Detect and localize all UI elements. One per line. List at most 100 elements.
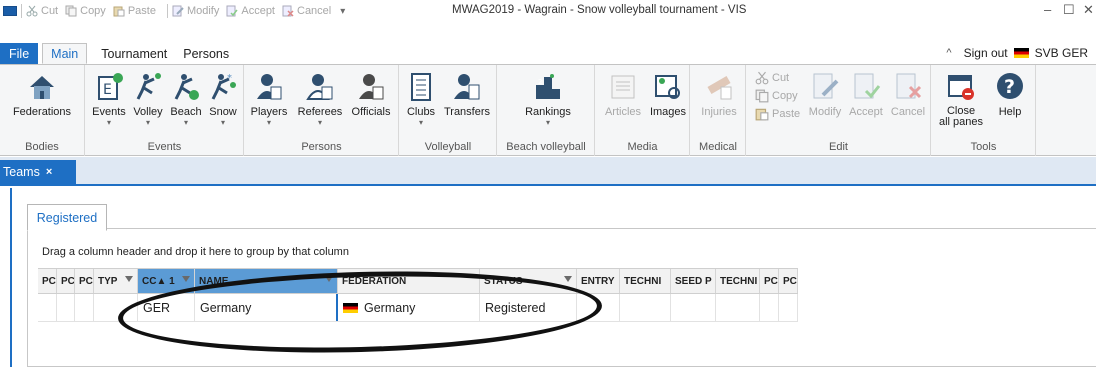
column-header-techni[interactable]: TECHNI <box>620 269 671 293</box>
transfers-button[interactable]: Transfers <box>440 71 494 118</box>
collapse-ribbon-icon[interactable]: ^ <box>946 47 951 59</box>
injuries-button[interactable]: Injuries <box>695 71 743 118</box>
players-button[interactable]: Players ▾ <box>249 71 289 127</box>
table-cell-federation[interactable]: Germany <box>338 294 480 321</box>
group-events: E Events ▾ Volley ▾ Beach ▾ * Snow ▾ Eve… <box>86 65 244 156</box>
divider <box>21 4 22 18</box>
chevron-down-icon: ▾ <box>106 118 111 127</box>
filter-icon[interactable] <box>325 276 333 282</box>
table-cell[interactable] <box>57 294 75 321</box>
table-row[interactable]: GER Germany Germany Registered <box>38 294 798 322</box>
grid-header: PC PC PC TYP CC▲ 1 NAME FEDERATION STATU… <box>38 268 798 294</box>
snow-button[interactable]: * Snow ▾ <box>206 71 240 127</box>
modify-icon <box>813 73 839 99</box>
group-medical: Injuries Medical <box>691 65 746 156</box>
group-volleyball: Clubs ▾ Transfers Volleyball <box>400 65 497 156</box>
federations-button[interactable]: Federations <box>3 71 81 118</box>
filter-icon[interactable] <box>182 276 190 282</box>
table-cell[interactable] <box>38 294 57 321</box>
events-button[interactable]: E Events ▾ <box>92 71 126 127</box>
close-all-panes-button[interactable]: Close all panes <box>936 71 986 128</box>
column-header-name[interactable]: NAME <box>195 269 338 293</box>
group-by-hint: Drag a column header and drop it here to… <box>42 246 349 258</box>
quick-accept-button[interactable]: Accept <box>226 5 275 17</box>
window-title: MWAG2019 - Wagrain - Snow volleyball tou… <box>452 4 747 16</box>
group-label: Edit <box>829 141 848 153</box>
cut-icon <box>755 71 769 85</box>
quick-cut-button[interactable]: Cut <box>26 5 58 17</box>
column-header-cc[interactable]: CC▲ 1 <box>138 269 195 293</box>
volley-button[interactable]: Volley ▾ <box>130 71 166 127</box>
paste-icon <box>755 108 769 121</box>
column-header[interactable]: PC <box>760 269 779 293</box>
transfers-icon <box>454 74 480 100</box>
articles-button[interactable]: Articles <box>599 71 647 118</box>
copy-icon <box>65 5 77 17</box>
quick-cancel-button[interactable]: Cancel <box>282 5 331 17</box>
column-header[interactable]: PC <box>57 269 75 293</box>
quick-copy-button[interactable]: Copy <box>65 5 106 17</box>
filter-icon[interactable] <box>564 276 572 282</box>
user-label[interactable]: SVB GER <box>1035 46 1088 60</box>
column-header[interactable]: PC <box>779 269 798 293</box>
beach-button[interactable]: Beach ▾ <box>168 71 204 127</box>
table-cell-status[interactable]: Registered <box>480 294 577 321</box>
rankings-button[interactable]: 2 Rankings ▾ <box>520 71 576 127</box>
filter-icon[interactable] <box>125 276 133 282</box>
quick-modify-button[interactable]: Modify <box>172 5 219 17</box>
table-cell[interactable] <box>94 294 138 321</box>
cancel-button[interactable]: Cancel <box>887 71 929 118</box>
officials-button[interactable]: Officials <box>345 71 397 118</box>
tab-teams[interactable]: Teams × <box>0 160 76 184</box>
tab-persons[interactable]: Persons <box>175 43 237 64</box>
modify-button[interactable]: Modify <box>805 71 845 118</box>
close-icon[interactable]: ✕ <box>1083 2 1094 18</box>
paste-button[interactable]: Paste <box>755 107 800 121</box>
tab-tournament[interactable]: Tournament <box>93 43 175 64</box>
column-header[interactable]: PC <box>38 269 57 293</box>
help-icon: ? <box>997 73 1023 99</box>
column-header[interactable]: PC <box>75 269 94 293</box>
tab-main[interactable]: Main <box>42 43 88 64</box>
column-header-typ[interactable]: TYP <box>94 269 138 293</box>
svg-text:*: * <box>227 73 232 84</box>
accept-button[interactable]: Accept <box>845 71 887 118</box>
chevron-down-icon: ▾ <box>183 118 188 127</box>
table-cell[interactable] <box>671 294 716 321</box>
chevron-down-icon: ▾ <box>418 118 423 127</box>
table-cell[interactable] <box>716 294 760 321</box>
tab-registered[interactable]: Registered <box>27 204 107 231</box>
accept-icon <box>226 5 238 17</box>
table-cell[interactable] <box>779 294 798 321</box>
quick-access-dropdown-icon[interactable]: ▾ <box>340 6 345 17</box>
column-header-status[interactable]: STATUS <box>480 269 577 293</box>
tab-file[interactable]: File <box>0 43 39 64</box>
table-cell[interactable] <box>577 294 620 321</box>
maximize-icon[interactable]: ☐ <box>1063 2 1075 18</box>
close-tab-icon[interactable]: × <box>46 166 52 178</box>
cancel-icon <box>282 5 294 17</box>
minimize-icon[interactable]: – <box>1044 2 1051 17</box>
column-header-entry[interactable]: ENTRY <box>577 269 620 293</box>
table-cell[interactable] <box>75 294 94 321</box>
copy-button[interactable]: Copy <box>755 89 798 103</box>
chevron-down-icon: ▾ <box>220 118 225 127</box>
images-button[interactable]: Images <box>648 71 688 118</box>
clubs-button[interactable]: Clubs ▾ <box>404 71 438 127</box>
table-cell[interactable] <box>760 294 779 321</box>
referees-button[interactable]: Referees ▾ <box>295 71 345 127</box>
group-label: Tools <box>970 141 997 153</box>
sign-out-link[interactable]: Sign out <box>964 46 1008 60</box>
title-bar: Cut Copy Paste Modify Accept Cancel ▾ MW… <box>0 0 1096 22</box>
beach-player-icon <box>174 74 199 100</box>
cut-button[interactable]: Cut <box>755 71 789 85</box>
table-cell[interactable] <box>620 294 671 321</box>
quick-paste-button[interactable]: Paste <box>113 5 156 17</box>
table-cell-cc[interactable]: GER <box>138 294 195 321</box>
column-header-seed[interactable]: SEED P <box>671 269 716 293</box>
column-header-techni[interactable]: TECHNI <box>716 269 760 293</box>
table-cell-name[interactable]: Germany <box>195 294 338 321</box>
clubs-icon <box>411 73 431 101</box>
column-header-federation[interactable]: FEDERATION <box>338 269 480 293</box>
help-button[interactable]: ? Help <box>990 71 1030 118</box>
